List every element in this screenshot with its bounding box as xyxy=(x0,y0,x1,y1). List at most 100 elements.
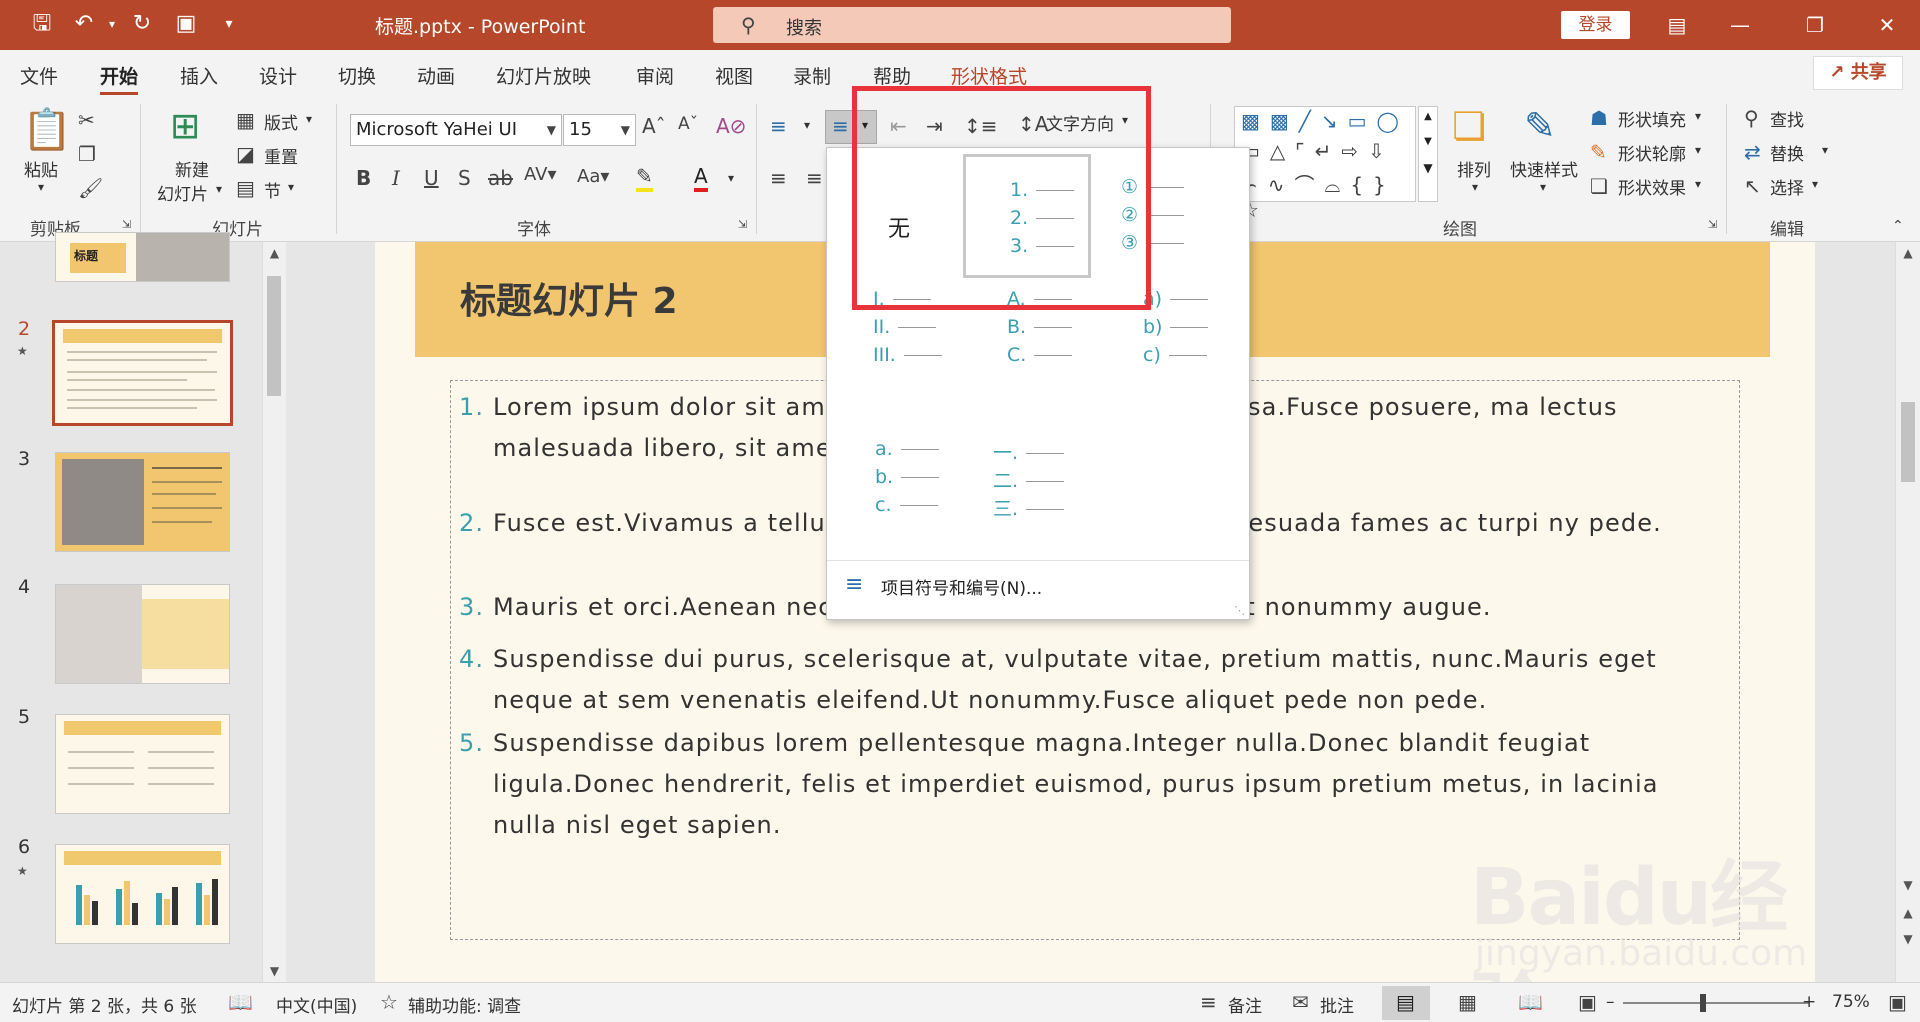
clear-format-icon[interactable]: A⊘ xyxy=(716,114,746,138)
slide-title[interactable]: 标题幻灯片 2 xyxy=(460,272,678,324)
scroll-up-icon[interactable]: ▲ xyxy=(263,246,286,260)
undo-icon[interactable]: ↶ xyxy=(70,10,98,38)
arrange-label[interactable]: 排列 xyxy=(1457,156,1491,181)
new-slide-label-1[interactable]: 新建 xyxy=(175,156,209,181)
find-label[interactable]: 查找 xyxy=(1770,106,1804,131)
new-slide-icon[interactable]: ⊞ xyxy=(170,106,200,147)
increase-font-icon[interactable]: Aˆ xyxy=(642,114,666,138)
slide-thumbnail-4[interactable] xyxy=(55,584,230,684)
scroll-thumb[interactable] xyxy=(267,276,281,396)
find-icon[interactable]: ⚲ xyxy=(1744,106,1759,130)
shapes-gallery[interactable]: ▩▩╱↘▭◯ ▭△⌜↵⇨⇩ ∽∿⌒⌓{}☆ xyxy=(1234,106,1416,222)
font-color-dropdown-icon[interactable]: ▾ xyxy=(728,171,734,185)
shape-fill-dropdown-icon[interactable]: ▾ xyxy=(1695,109,1701,123)
tab-file[interactable]: 文件 xyxy=(20,62,58,89)
previous-slide-icon[interactable]: ▲ xyxy=(1896,906,1920,920)
slideshow-icon[interactable]: ▣ xyxy=(1578,990,1597,1014)
replace-label[interactable]: 替换 xyxy=(1770,140,1804,165)
new-slide-label-2[interactable]: 幻灯片 xyxy=(157,180,208,205)
slide-scrollbar[interactable]: ▲ ▼ ▲ ▼ xyxy=(1895,242,1920,982)
bullets-dropdown-icon[interactable]: ▾ xyxy=(804,118,810,132)
tab-shape-format[interactable]: 形状格式 xyxy=(951,62,1027,89)
change-case-icon[interactable]: Aa▾ xyxy=(577,166,609,187)
tab-home[interactable]: 开始 xyxy=(100,62,139,95)
format-painter-icon[interactable]: 🖌 xyxy=(78,176,103,200)
tab-review[interactable]: 审阅 xyxy=(636,62,674,89)
search-box[interactable]: ⚲ 搜索 xyxy=(713,7,1231,43)
notes-icon[interactable]: ≡ xyxy=(1200,990,1217,1014)
zoom-level[interactable]: 75% xyxy=(1832,992,1870,1012)
slide-thumbnail-3[interactable] xyxy=(55,452,230,552)
presentation-icon[interactable]: ▣ xyxy=(172,10,200,38)
scroll-up-icon[interactable]: ▲ xyxy=(1896,246,1920,260)
shape-effects-icon[interactable]: ❏ xyxy=(1590,174,1608,198)
bullets-numbering-option[interactable]: 项目符号和编号(N)... xyxy=(881,574,1042,599)
paste-label[interactable]: 粘贴 xyxy=(24,156,58,181)
chevron-up-icon[interactable]: ▲ xyxy=(1419,111,1437,122)
zoom-slider[interactable] xyxy=(1623,1002,1809,1004)
shape-effects-dropdown-icon[interactable]: ▾ xyxy=(1695,177,1701,191)
shape-fill-icon[interactable]: ☗ xyxy=(1590,106,1608,130)
slide-thumbnail-2[interactable] xyxy=(52,320,233,426)
quick-styles-dropdown-icon[interactable]: ▾ xyxy=(1540,180,1546,194)
scroll-down-icon[interactable]: ▼ xyxy=(1896,878,1920,892)
customize-toolbar-icon[interactable]: ▾ xyxy=(215,10,243,38)
tab-animations[interactable]: 动画 xyxy=(417,62,455,89)
zoom-in-icon[interactable]: + xyxy=(1802,992,1816,1012)
underline-icon[interactable]: U xyxy=(424,166,439,190)
section-label[interactable]: 节 xyxy=(264,177,281,202)
save-icon[interactable]: 🖫 xyxy=(28,10,56,38)
close-icon[interactable]: ✕ xyxy=(1872,10,1902,40)
bold-icon[interactable]: B xyxy=(356,166,371,190)
tab-view[interactable]: 视图 xyxy=(715,62,753,89)
slide-thumbnail-5[interactable] xyxy=(55,714,230,814)
replace-icon[interactable]: ⇄ xyxy=(1744,140,1761,164)
quick-styles-label[interactable]: 快速样式 xyxy=(1510,156,1578,181)
zoom-out-icon[interactable]: – xyxy=(1606,992,1615,1012)
cut-icon[interactable]: ✂ xyxy=(78,108,95,132)
tab-transitions[interactable]: 切换 xyxy=(338,62,376,89)
align-center-icon[interactable]: ≡ xyxy=(806,166,823,190)
shapes-gallery-scroll[interactable]: ▲ ▼ ▼ xyxy=(1418,106,1438,202)
section-icon[interactable]: ▤ xyxy=(236,176,255,200)
replace-dropdown-icon[interactable]: ▾ xyxy=(1822,143,1828,157)
bullets-icon[interactable]: ≡ xyxy=(770,114,787,138)
reset-icon[interactable]: ◪ xyxy=(236,142,255,166)
select-icon[interactable]: ↖ xyxy=(1744,174,1761,198)
restore-icon[interactable]: ❐ xyxy=(1800,10,1830,40)
language-indicator[interactable]: 中文(中国) xyxy=(276,992,357,1017)
notes-button[interactable]: 备注 xyxy=(1228,992,1262,1017)
tab-insert[interactable]: 插入 xyxy=(180,62,218,89)
arrange-icon[interactable]: ❏ xyxy=(1452,104,1486,148)
highlight-color-icon[interactable]: ✎ xyxy=(636,164,653,192)
font-name-select[interactable]: Microsoft YaHei UI ▼ xyxy=(350,114,562,146)
shadow-icon[interactable]: S xyxy=(458,166,471,190)
paste-dropdown-icon[interactable]: ▾ xyxy=(38,180,44,194)
numbering-style-lower-alpha[interactable]: a. b. c. xyxy=(835,438,963,562)
comments-icon[interactable]: ✉ xyxy=(1292,990,1309,1014)
thumbnail-scrollbar[interactable]: ▲ ▼ xyxy=(262,242,286,982)
italic-icon[interactable]: I xyxy=(392,166,400,190)
ribbon-display-icon[interactable]: ▤ xyxy=(1662,10,1692,40)
more-shapes-icon[interactable]: ▼ xyxy=(1419,161,1437,175)
layout-dropdown-icon[interactable]: ▾ xyxy=(306,112,312,126)
char-spacing-icon[interactable]: AV▾ xyxy=(524,164,557,185)
align-left-icon[interactable]: ≡ xyxy=(770,166,787,190)
accessibility-icon[interactable]: ☆ xyxy=(380,990,398,1014)
accessibility-status[interactable]: 辅助功能: 调查 xyxy=(408,992,521,1017)
strikethrough-icon[interactable]: ab xyxy=(488,166,513,190)
tab-slideshow[interactable]: 幻灯片放映 xyxy=(496,62,591,89)
shape-outline-dropdown-icon[interactable]: ▾ xyxy=(1695,143,1701,157)
tab-design[interactable]: 设计 xyxy=(259,62,297,89)
next-slide-icon[interactable]: ▼ xyxy=(1896,932,1920,946)
scroll-thumb[interactable] xyxy=(1901,402,1915,482)
font-color-icon[interactable]: A xyxy=(694,164,708,192)
font-launcher-icon[interactable]: ⇲ xyxy=(738,218,747,231)
slide-thumbnail-1[interactable]: 标题 xyxy=(55,232,230,282)
paste-icon[interactable]: 📋 xyxy=(22,106,72,153)
copy-icon[interactable]: ❐ xyxy=(78,142,96,166)
layout-icon[interactable]: ▦ xyxy=(236,108,255,132)
shape-fill-label[interactable]: 形状填充 xyxy=(1618,106,1686,131)
quick-styles-icon[interactable]: ✎ xyxy=(1524,104,1556,148)
minimize-icon[interactable]: — xyxy=(1725,10,1755,40)
